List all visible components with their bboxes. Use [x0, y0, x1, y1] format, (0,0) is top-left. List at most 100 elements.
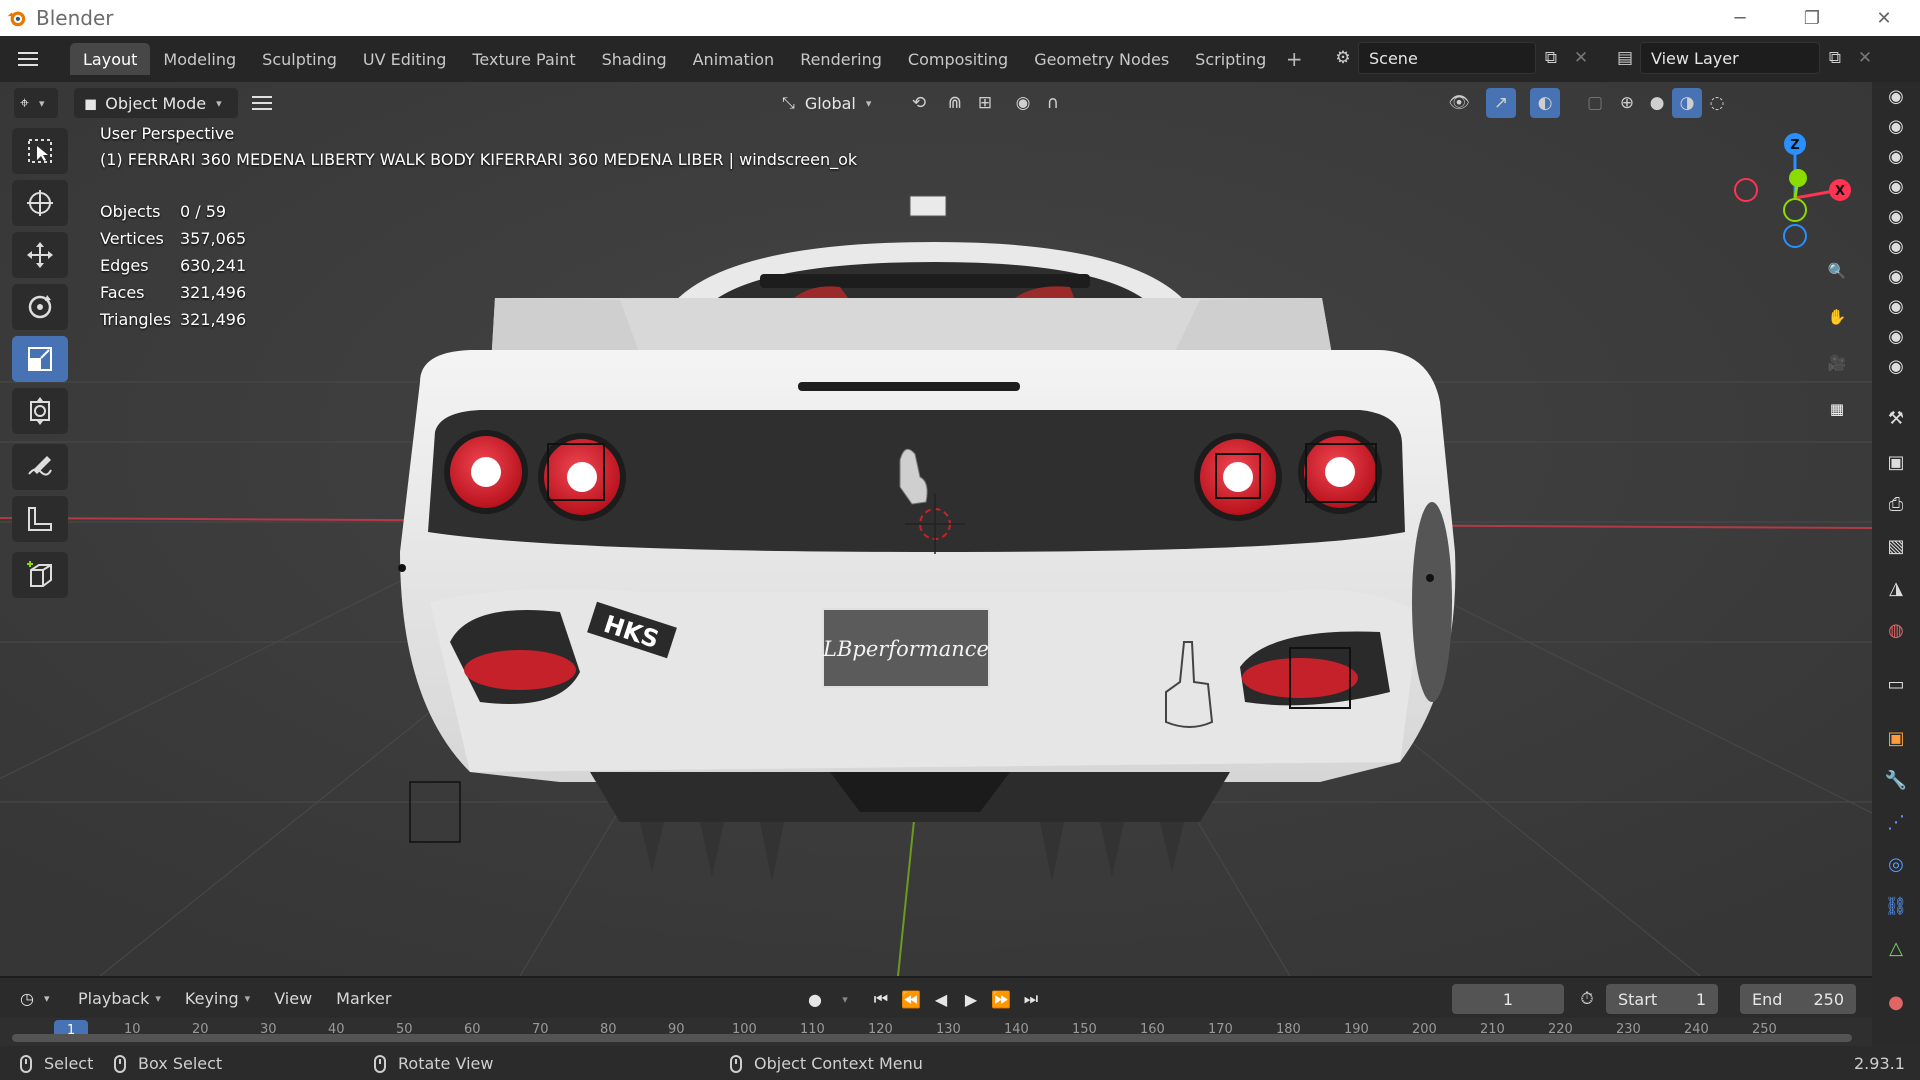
delete-view-layer-icon[interactable]: ✕	[1850, 43, 1880, 73]
gizmo-toggle-icon[interactable]: ↗	[1486, 88, 1516, 118]
add-workspace-button[interactable]: +	[1279, 44, 1309, 74]
snap-toggle-icon[interactable]: ⋒	[940, 88, 970, 118]
collection-properties-icon[interactable]: ▭	[1882, 670, 1910, 698]
3d-viewport[interactable]: LBperformance HKS Z X ⌖ ▾ ◼ Object Mode …	[0, 82, 1872, 976]
falloff-icon[interactable]: ∩	[1038, 88, 1068, 118]
collection-camera-icon[interactable]: ◉	[1882, 82, 1910, 110]
collection-camera-icon[interactable]: ◉	[1882, 292, 1910, 320]
proportional-edit-icon[interactable]: ◉	[1008, 88, 1038, 118]
keying-menu[interactable]: Keying ▾	[173, 989, 262, 1008]
view-layer-properties-icon[interactable]: ▧	[1882, 532, 1910, 560]
next-keyframe-icon[interactable]: ⏩	[986, 984, 1016, 1014]
main-menu-button[interactable]	[6, 41, 50, 77]
scene-browse-icon[interactable]: ⚙	[1328, 43, 1358, 73]
timeline-editor-type[interactable]: ◷ ▾	[14, 983, 58, 1013]
minimize-button[interactable]: ─	[1704, 0, 1776, 36]
output-properties-icon[interactable]: ⎙	[1882, 490, 1910, 518]
physics-properties-icon[interactable]: ◎	[1882, 850, 1910, 878]
constraints-properties-icon[interactable]: ⛓	[1882, 892, 1910, 920]
add-cube-tool[interactable]	[12, 552, 68, 598]
modifier-properties-icon[interactable]: 🔧	[1882, 766, 1910, 794]
render-properties-icon[interactable]: ▣	[1882, 448, 1910, 476]
maximize-button[interactable]: ❐	[1776, 0, 1848, 36]
view-menu[interactable]: View	[262, 989, 324, 1008]
tab-texture-paint[interactable]: Texture Paint	[459, 43, 588, 75]
data-properties-icon[interactable]: △	[1882, 934, 1910, 962]
scene-properties-icon[interactable]: ◮	[1882, 574, 1910, 602]
toggle-ortho-icon[interactable]: ▦	[1816, 388, 1858, 430]
play-reverse-icon[interactable]: ◀	[926, 984, 956, 1014]
cursor-tool[interactable]	[12, 180, 68, 226]
overlay-toggle-icon[interactable]: ◐	[1530, 88, 1560, 118]
current-frame-field[interactable]: 1	[1452, 984, 1564, 1014]
marker-menu[interactable]: Marker	[324, 989, 403, 1008]
particles-properties-icon[interactable]: ⋰	[1882, 808, 1910, 836]
collection-camera-icon[interactable]: ◉	[1882, 112, 1910, 140]
end-frame-field[interactable]: End 250	[1740, 984, 1856, 1014]
jump-end-icon[interactable]: ⏭	[1016, 984, 1046, 1014]
pan-view-icon[interactable]: ✋	[1816, 296, 1858, 338]
snap-target-icon[interactable]: ⊞	[970, 88, 1000, 118]
move-tool[interactable]	[12, 232, 68, 278]
collection-camera-icon[interactable]: ◉	[1882, 232, 1910, 260]
tab-sculpting[interactable]: Sculpting	[249, 43, 350, 75]
wireframe-shading-icon[interactable]: ⊕	[1612, 88, 1642, 118]
collection-camera-icon[interactable]: ◉	[1882, 352, 1910, 380]
measure-tool[interactable]	[12, 496, 68, 542]
view-layer-browse-icon[interactable]: ▤	[1610, 43, 1640, 73]
record-icon[interactable]: ●	[800, 984, 830, 1014]
timeline-scrollbar[interactable]	[12, 1034, 1852, 1042]
gizmo-y-axis[interactable]	[1789, 169, 1807, 187]
new-scene-icon[interactable]: ⧉	[1536, 43, 1566, 73]
stopwatch-icon[interactable]: ⏱	[1572, 984, 1602, 1014]
keying-set-dropdown[interactable]: ▾	[830, 984, 860, 1014]
viewport-scene[interactable]: LBperformance HKS Z X	[0, 82, 1872, 976]
car-model[interactable]: LBperformance HKS	[398, 195, 1456, 882]
tab-uv-editing[interactable]: UV Editing	[350, 43, 459, 75]
tab-rendering[interactable]: Rendering	[787, 43, 895, 75]
tab-layout[interactable]: Layout	[70, 43, 151, 75]
camera-view-icon[interactable]: 🎥	[1816, 342, 1858, 384]
collection-camera-icon[interactable]: ◉	[1882, 172, 1910, 200]
scene-name-field[interactable]: Scene	[1358, 42, 1536, 74]
world-properties-icon[interactable]: ◍	[1882, 616, 1910, 644]
xray-toggle-icon[interactable]: ▢	[1580, 88, 1610, 118]
new-view-layer-icon[interactable]: ⧉	[1820, 43, 1850, 73]
annotate-tool[interactable]	[12, 444, 68, 490]
material-shading-icon[interactable]: ◑	[1672, 88, 1702, 118]
play-icon[interactable]: ▶	[956, 984, 986, 1014]
rotate-tool[interactable]	[12, 284, 68, 330]
pivot-point-icon[interactable]: ⟲	[904, 88, 934, 118]
scale-tool[interactable]	[12, 336, 68, 382]
tab-compositing[interactable]: Compositing	[895, 43, 1021, 75]
tab-animation[interactable]: Animation	[680, 43, 788, 75]
close-button[interactable]: ✕	[1848, 0, 1920, 36]
delete-scene-icon[interactable]: ✕	[1566, 43, 1596, 73]
tool-properties-icon[interactable]: ⚒	[1882, 404, 1910, 432]
mode-dropdown[interactable]: ◼ Object Mode ▾	[74, 88, 238, 118]
rendered-shading-icon[interactable]: ◌	[1702, 88, 1732, 118]
tab-scripting[interactable]: Scripting	[1182, 43, 1279, 75]
collection-camera-icon[interactable]: ◉	[1882, 142, 1910, 170]
jump-start-icon[interactable]: ⏮	[866, 984, 896, 1014]
view-layer-field[interactable]: View Layer	[1640, 42, 1820, 74]
visibility-icon[interactable]: 👁	[1444, 88, 1474, 118]
material-properties-icon[interactable]: ●	[1882, 988, 1910, 1016]
tab-geometry-nodes[interactable]: Geometry Nodes	[1021, 43, 1182, 75]
collection-camera-icon[interactable]: ◉	[1882, 202, 1910, 230]
collection-camera-icon[interactable]: ◉	[1882, 262, 1910, 290]
transform-tool[interactable]	[12, 388, 68, 434]
collection-camera-icon[interactable]: ◉	[1882, 322, 1910, 350]
playback-menu[interactable]: Playback ▾	[66, 989, 173, 1008]
transform-orientation-dropdown[interactable]: ⤡ Global ▾	[772, 88, 884, 118]
object-properties-icon[interactable]: ▣	[1882, 724, 1910, 752]
tab-shading[interactable]: Shading	[589, 43, 680, 75]
prev-keyframe-icon[interactable]: ⏪	[896, 984, 926, 1014]
tab-modeling[interactable]: Modeling	[150, 43, 249, 75]
start-frame-field[interactable]: Start 1	[1606, 984, 1718, 1014]
zoom-view-icon[interactable]: 🔍	[1816, 250, 1858, 292]
viewport-menu-button[interactable]	[246, 85, 278, 121]
editor-type-dropdown[interactable]: ⌖ ▾	[14, 88, 58, 118]
select-box-tool[interactable]	[12, 128, 68, 174]
solid-shading-icon[interactable]: ●	[1642, 88, 1672, 118]
